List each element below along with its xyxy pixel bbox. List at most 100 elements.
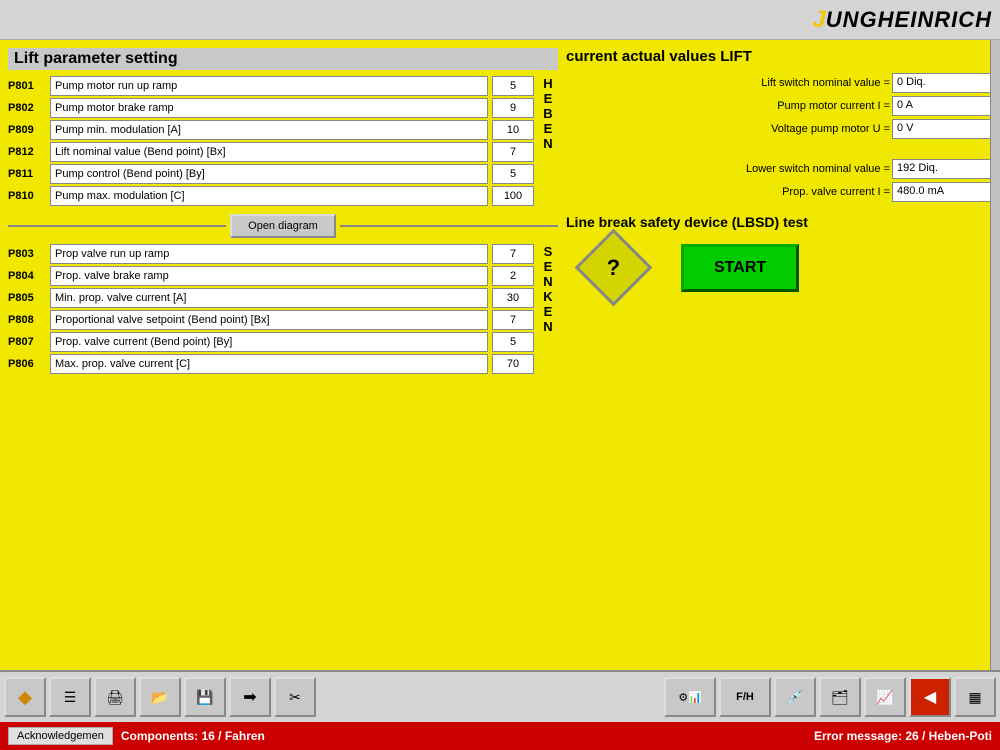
main-area: Lift parameter setting P801 Pump motor r…	[0, 40, 1000, 670]
actual-label-voltage: Voltage pump motor U =	[566, 123, 892, 135]
param-id-p805: P805	[8, 292, 46, 304]
help-toolbar-button[interactable]: ◆	[4, 677, 46, 717]
start-button[interactable]: START	[681, 244, 799, 292]
logo: J UNGHEINRICH	[812, 4, 992, 36]
left-panel: Lift parameter setting P801 Pump motor r…	[8, 48, 558, 662]
param-label-p812[interactable]: Lift nominal value (Bend point) [Bx]	[50, 142, 488, 162]
folder2-toolbar-button[interactable]: 🗂	[819, 677, 861, 717]
lower-params-list: P803 Prop valve run up ramp 7 P804 Prop.…	[8, 244, 534, 376]
toolbar-right-group: ⚙📊 F/H 💉 🗂 📈 ◀ ▦	[664, 677, 996, 717]
param-id-p809: P809	[8, 124, 46, 136]
actual-value-lower-switch: 192 Diq.	[892, 159, 992, 179]
param-value-p809[interactable]: 10	[492, 120, 534, 140]
actual-label-lift-switch: Lift switch nominal value =	[566, 77, 892, 89]
actual-value-pump-current: 0 A	[892, 96, 992, 116]
actual-row-pump-current: Pump motor current I = 0 A	[566, 96, 992, 116]
acknowledge-button[interactable]: Acknowledgemen	[8, 727, 113, 745]
actual-value-lift-switch: 0 Diq.	[892, 73, 992, 93]
param-id-p806: P806	[8, 358, 46, 370]
param-id-p802: P802	[8, 102, 46, 114]
param-row: P810 Pump max. modulation [C] 100	[8, 186, 534, 206]
param-label-p806[interactable]: Max. prop. valve current [C]	[50, 354, 488, 374]
spacer	[566, 149, 992, 159]
actual-row-lower-switch: Lower switch nominal value = 192 Diq.	[566, 159, 992, 179]
chart-toolbar-button[interactable]: 📈	[864, 677, 906, 717]
param-label-p803[interactable]: Prop valve run up ramp	[50, 244, 488, 264]
lbsd-buttons: ? START	[566, 240, 992, 295]
param-value-p811[interactable]: 5	[492, 164, 534, 184]
param-row: P811 Pump control (Bend point) [By] 5	[8, 164, 534, 184]
scrollbar[interactable]	[990, 40, 1000, 670]
diagram-line-right	[340, 225, 558, 227]
param-id-p810: P810	[8, 190, 46, 202]
right-panel: current actual values LIFT Lift switch n…	[566, 48, 992, 662]
param-row: P806 Max. prop. valve current [C] 70	[8, 354, 534, 374]
lbsd-question-button[interactable]: ?	[575, 229, 653, 307]
param-value-p802[interactable]: 9	[492, 98, 534, 118]
logo-j: J	[812, 6, 825, 34]
back-icon: ◀	[924, 687, 936, 707]
param-row: P808 Proportional valve setpoint (Bend p…	[8, 310, 534, 330]
param-label-p804[interactable]: Prop. valve brake ramp	[50, 266, 488, 286]
actual-label-prop-valve: Prop. valve current I =	[566, 186, 892, 198]
actual-row-prop-valve: Prop. valve current I = 480.0 mA	[566, 182, 992, 202]
chart-icon: 📈	[876, 689, 893, 706]
param-label-p807[interactable]: Prop. valve current (Bend point) [By]	[50, 332, 488, 352]
param-value-p803[interactable]: 7	[492, 244, 534, 264]
settings-toolbar-button[interactable]: ⚙📊	[664, 677, 716, 717]
gear-icon: ⚙📊	[678, 691, 702, 704]
arrow-right-icon: ➡	[243, 687, 256, 707]
param-id-p804: P804	[8, 270, 46, 282]
param-id-p807: P807	[8, 336, 46, 348]
param-id-p803: P803	[8, 248, 46, 260]
list-icon: ☰	[64, 689, 77, 706]
forward-toolbar-button[interactable]: ➡	[229, 677, 271, 717]
error-text: Error message: 26 / Heben-Poti	[814, 729, 992, 743]
param-value-p806[interactable]: 70	[492, 354, 534, 374]
printer-icon: 🖨	[106, 689, 124, 706]
upper-actual-values: Lift switch nominal value = 0 Diq. Pump …	[566, 73, 992, 139]
param-label-p805[interactable]: Min. prop. valve current [A]	[50, 288, 488, 308]
param-value-p812[interactable]: 7	[492, 142, 534, 162]
fh-icon: F/H	[736, 691, 754, 703]
next-toolbar-button[interactable]: ▦	[954, 677, 996, 717]
param-row: P802 Pump motor brake ramp 9	[8, 98, 534, 118]
param-value-p810[interactable]: 100	[492, 186, 534, 206]
folder2-icon: 🗂	[831, 689, 849, 706]
param-label-p810[interactable]: Pump max. modulation [C]	[50, 186, 488, 206]
print-toolbar-button[interactable]: 🖨	[94, 677, 136, 717]
lower-actual-values: Lower switch nominal value = 192 Diq. Pr…	[566, 159, 992, 202]
heben-label: H E B E N	[538, 76, 558, 151]
upper-param-group: P801 Pump motor run up ramp 5 P802 Pump …	[8, 76, 558, 208]
back-toolbar-button[interactable]: ◀	[909, 677, 951, 717]
actual-label-lower-switch: Lower switch nominal value =	[566, 163, 892, 175]
logo-text: UNGHEINRICH	[826, 7, 992, 33]
senken-label: S E N K E N	[538, 244, 558, 334]
param-value-p804[interactable]: 2	[492, 266, 534, 286]
param-value-p801[interactable]: 5	[492, 76, 534, 96]
edit-toolbar-button[interactable]: ✂	[274, 677, 316, 717]
diagram-row: Open diagram	[8, 214, 558, 238]
folder-toolbar-button[interactable]: 📂	[139, 677, 181, 717]
inject-icon: 💉	[786, 689, 803, 706]
param-id-p808: P808	[8, 314, 46, 326]
actual-row-lift-switch: Lift switch nominal value = 0 Diq.	[566, 73, 992, 93]
actual-row-voltage: Voltage pump motor U = 0 V	[566, 119, 992, 139]
save-toolbar-button[interactable]: 💾	[184, 677, 226, 717]
list-toolbar-button[interactable]: ☰	[49, 677, 91, 717]
param-value-p808[interactable]: 7	[492, 310, 534, 330]
inject-toolbar-button[interactable]: 💉	[774, 677, 816, 717]
param-label-p808[interactable]: Proportional valve setpoint (Bend point)…	[50, 310, 488, 330]
param-value-p807[interactable]: 5	[492, 332, 534, 352]
param-value-p805[interactable]: 30	[492, 288, 534, 308]
folder-open-icon: 📂	[151, 689, 168, 706]
param-label-p811[interactable]: Pump control (Bend point) [By]	[50, 164, 488, 184]
open-diagram-button[interactable]: Open diagram	[230, 214, 336, 238]
fh-toolbar-button[interactable]: F/H	[719, 677, 771, 717]
param-row: P805 Min. prop. valve current [A] 30	[8, 288, 534, 308]
param-label-p801[interactable]: Pump motor run up ramp	[50, 76, 488, 96]
param-label-p809[interactable]: Pump min. modulation [A]	[50, 120, 488, 140]
section-title: Lift parameter setting	[8, 48, 558, 70]
param-row: P812 Lift nominal value (Bend point) [Bx…	[8, 142, 534, 162]
param-label-p802[interactable]: Pump motor brake ramp	[50, 98, 488, 118]
